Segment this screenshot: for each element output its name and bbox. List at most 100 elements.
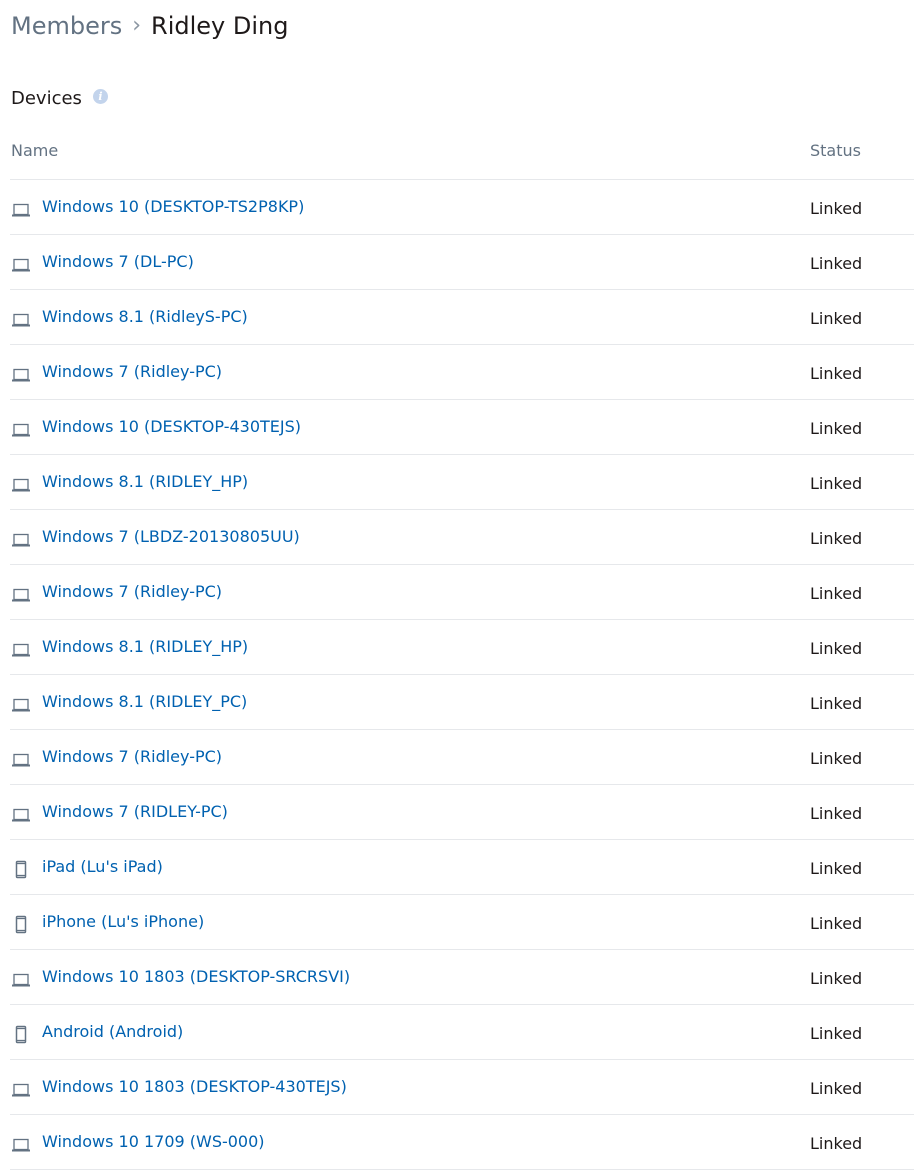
device-name-cell: Windows 8.1 (RIDLEY_HP) [10,636,810,658]
device-name-link[interactable]: Windows 10 (DESKTOP-TS2P8KP) [42,197,304,216]
table-row: Windows 10 (DESKTOP-430TEJS) Linked [10,400,914,455]
column-header-name[interactable]: Name [10,141,810,160]
table-header: Name Status [10,136,914,180]
device-name-link[interactable]: Windows 8.1 (RIDLEY_HP) [42,637,248,656]
table-row: Windows 7 (Ridley-PC) Linked [10,730,914,785]
device-name-link[interactable]: iPhone (Lu's iPhone) [42,912,204,931]
table-body: Windows 10 (DESKTOP-TS2P8KP) Linked Window… [10,180,914,1170]
table-row: Windows 7 (LBDZ-20130805UU) Linked [10,510,914,565]
device-name-cell: Windows 7 (Ridley-PC) [10,746,810,768]
device-name-link[interactable]: Windows 7 (LBDZ-20130805UU) [42,527,300,546]
device-name-cell: Windows 7 (LBDZ-20130805UU) [10,526,810,548]
device-name-link[interactable]: Windows 8.1 (RIDLEY_HP) [42,472,248,491]
table-row: iPad (Lu's iPad) Linked [10,840,914,895]
device-name-cell: Windows 10 (DESKTOP-430TEJS) [10,416,810,438]
table-row: Windows 8.1 (RidleyS-PC) Linked [10,290,914,345]
device-name-link[interactable]: Windows 7 (Ridley-PC) [42,747,222,766]
device-name-link[interactable]: Windows 10 1709 (WS-000) [42,1132,265,1151]
table-row: Windows 7 (Ridley-PC) Linked [10,565,914,620]
device-name-cell: Windows 10 1709 (WS-000) [10,1131,810,1153]
device-status: Linked [810,638,863,658]
device-name-link[interactable]: Windows 10 1803 (DESKTOP-430TEJS) [42,1077,347,1096]
table-row: Windows 7 (RIDLEY-PC) Linked [10,785,914,840]
laptop-icon [10,969,32,991]
device-status: Linked [810,528,863,548]
device-name-cell: Windows 7 (DL-PC) [10,251,810,273]
device-name-link[interactable]: iPad (Lu's iPad) [42,857,163,876]
device-status: Linked [810,583,863,603]
device-name-cell: Windows 7 (Ridley-PC) [10,361,810,383]
device-status: Linked [810,968,863,988]
device-status: Linked [810,1023,863,1043]
breadcrumb: Members › Ridley Ding [11,8,288,44]
device-name-cell: Windows 10 (DESKTOP-TS2P8KP) [10,196,810,218]
device-status: Linked [810,198,863,218]
table-row: Windows 8.1 (RIDLEY_HP) Linked [10,455,914,510]
table-row: Windows 10 1803 (DESKTOP-430TEJS) Linked [10,1060,914,1115]
device-name-cell: Windows 8.1 (RIDLEY_PC) [10,691,810,713]
device-status: Linked [810,363,863,383]
laptop-icon [10,1079,32,1101]
table-row: Windows 10 1803 (DESKTOP-SRCRSVI) Linked [10,950,914,1005]
device-name-cell: iPhone (Lu's iPhone) [10,911,810,936]
laptop-icon [10,419,32,441]
table-row: iPhone (Lu's iPhone) Linked [10,895,914,950]
mobile-device-icon [10,914,32,936]
laptop-icon [10,364,32,386]
table-row: Windows 7 (Ridley-PC) Linked [10,345,914,400]
device-name-link[interactable]: Windows 8.1 (RIDLEY_PC) [42,692,247,711]
device-name-cell: Windows 8.1 (RidleyS-PC) [10,306,810,328]
device-name-link[interactable]: Windows 7 (Ridley-PC) [42,582,222,601]
table-row: Windows 8.1 (RIDLEY_HP) Linked [10,620,914,675]
device-name-link[interactable]: Android (Android) [42,1022,183,1041]
device-name-cell: iPad (Lu's iPad) [10,856,810,881]
page-title: Ridley Ding [151,12,289,40]
device-status: Linked [810,308,863,328]
device-status: Linked [810,1078,863,1098]
laptop-icon [10,584,32,606]
device-name-link[interactable]: Windows 10 (DESKTOP-430TEJS) [42,417,301,436]
device-name-cell: Windows 10 1803 (DESKTOP-SRCRSVI) [10,966,810,988]
device-name-cell: Windows 8.1 (RIDLEY_HP) [10,471,810,493]
table-row: Windows 10 1709 (WS-000) Linked [10,1115,914,1170]
table-row: Windows 8.1 (RIDLEY_PC) Linked [10,675,914,730]
device-name-link[interactable]: Windows 7 (RIDLEY-PC) [42,802,228,821]
mobile-device-icon [10,1024,32,1046]
chevron-right-icon: › [132,12,142,38]
device-name-link[interactable]: Windows 8.1 (RidleyS-PC) [42,307,248,326]
device-status: Linked [810,253,863,273]
mobile-device-icon [10,859,32,881]
devices-section-header: Devices i [11,85,108,111]
device-status: Linked [810,1133,863,1153]
device-status: Linked [810,693,863,713]
info-icon[interactable]: i [92,88,108,104]
device-name-link[interactable]: Windows 10 1803 (DESKTOP-SRCRSVI) [42,967,350,986]
laptop-icon [10,639,32,661]
device-name-link[interactable]: Windows 7 (Ridley-PC) [42,362,222,381]
device-name-cell: Windows 7 (Ridley-PC) [10,581,810,603]
laptop-icon [10,474,32,496]
device-status: Linked [810,748,863,768]
laptop-icon [10,309,32,331]
device-name-cell: Android (Android) [10,1021,810,1046]
device-status: Linked [810,473,863,493]
laptop-icon [10,804,32,826]
device-status: Linked [810,913,863,933]
laptop-icon [10,694,32,716]
devices-title: Devices [11,87,82,109]
breadcrumb-members-link[interactable]: Members [11,12,122,40]
device-status: Linked [810,803,863,823]
table-row: Windows 7 (DL-PC) Linked [10,235,914,290]
laptop-icon [10,749,32,771]
device-status: Linked [810,858,863,878]
laptop-icon [10,199,32,221]
device-name-link[interactable]: Windows 7 (DL-PC) [42,252,194,271]
device-name-cell: Windows 7 (RIDLEY-PC) [10,801,810,823]
column-header-status[interactable]: Status [810,141,914,160]
table-row: Windows 10 (DESKTOP-TS2P8KP) Linked [10,180,914,235]
table-row: Android (Android) Linked [10,1005,914,1060]
laptop-icon [10,529,32,551]
laptop-icon [10,254,32,276]
device-status: Linked [810,418,863,438]
laptop-icon [10,1134,32,1156]
